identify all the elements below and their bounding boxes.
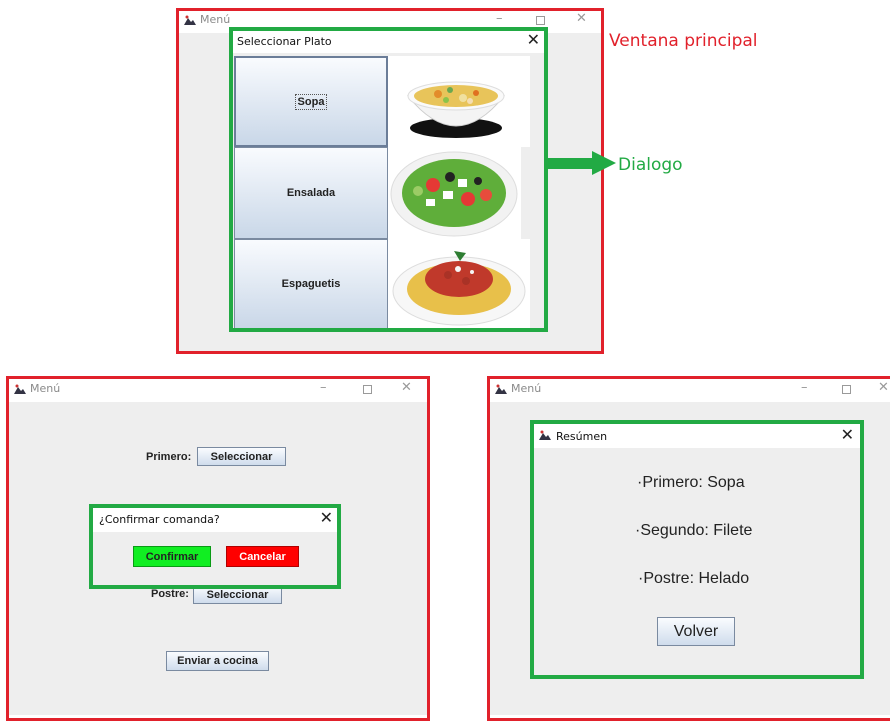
java-app-icon (494, 383, 508, 395)
window-titlebar: Menú – ✕ (8, 378, 428, 402)
dialog-highlight (89, 504, 341, 589)
close-icon[interactable]: ✕ (576, 11, 587, 26)
window-title: Menú (200, 13, 231, 26)
java-app-icon (13, 383, 27, 395)
maximize-icon[interactable] (363, 385, 372, 394)
maximize-icon[interactable] (536, 16, 545, 25)
java-app-icon (183, 14, 197, 26)
primero-label: Primero: (146, 451, 192, 463)
dialog-highlight (530, 420, 864, 679)
window-title: Menú (511, 382, 542, 395)
arrow-icon (548, 151, 616, 175)
window-titlebar: Menú – ✕ (489, 378, 890, 402)
postre-label: Postre: (151, 588, 189, 600)
minimize-icon[interactable]: – (801, 380, 808, 395)
close-icon[interactable]: ✕ (401, 380, 412, 395)
close-icon[interactable]: ✕ (878, 380, 889, 395)
main-window-annotation: Ventana principal (609, 31, 758, 51)
window-title: Menú (30, 382, 61, 395)
dialog-highlight (229, 27, 548, 332)
minimize-icon[interactable]: – (320, 380, 327, 395)
dialog-annotation: Dialogo (618, 155, 683, 175)
primero-select-button[interactable]: Seleccionar (197, 447, 286, 466)
send-to-kitchen-button[interactable]: Enviar a cocina (166, 651, 269, 671)
minimize-icon[interactable]: – (496, 11, 503, 26)
maximize-icon[interactable] (842, 385, 851, 394)
